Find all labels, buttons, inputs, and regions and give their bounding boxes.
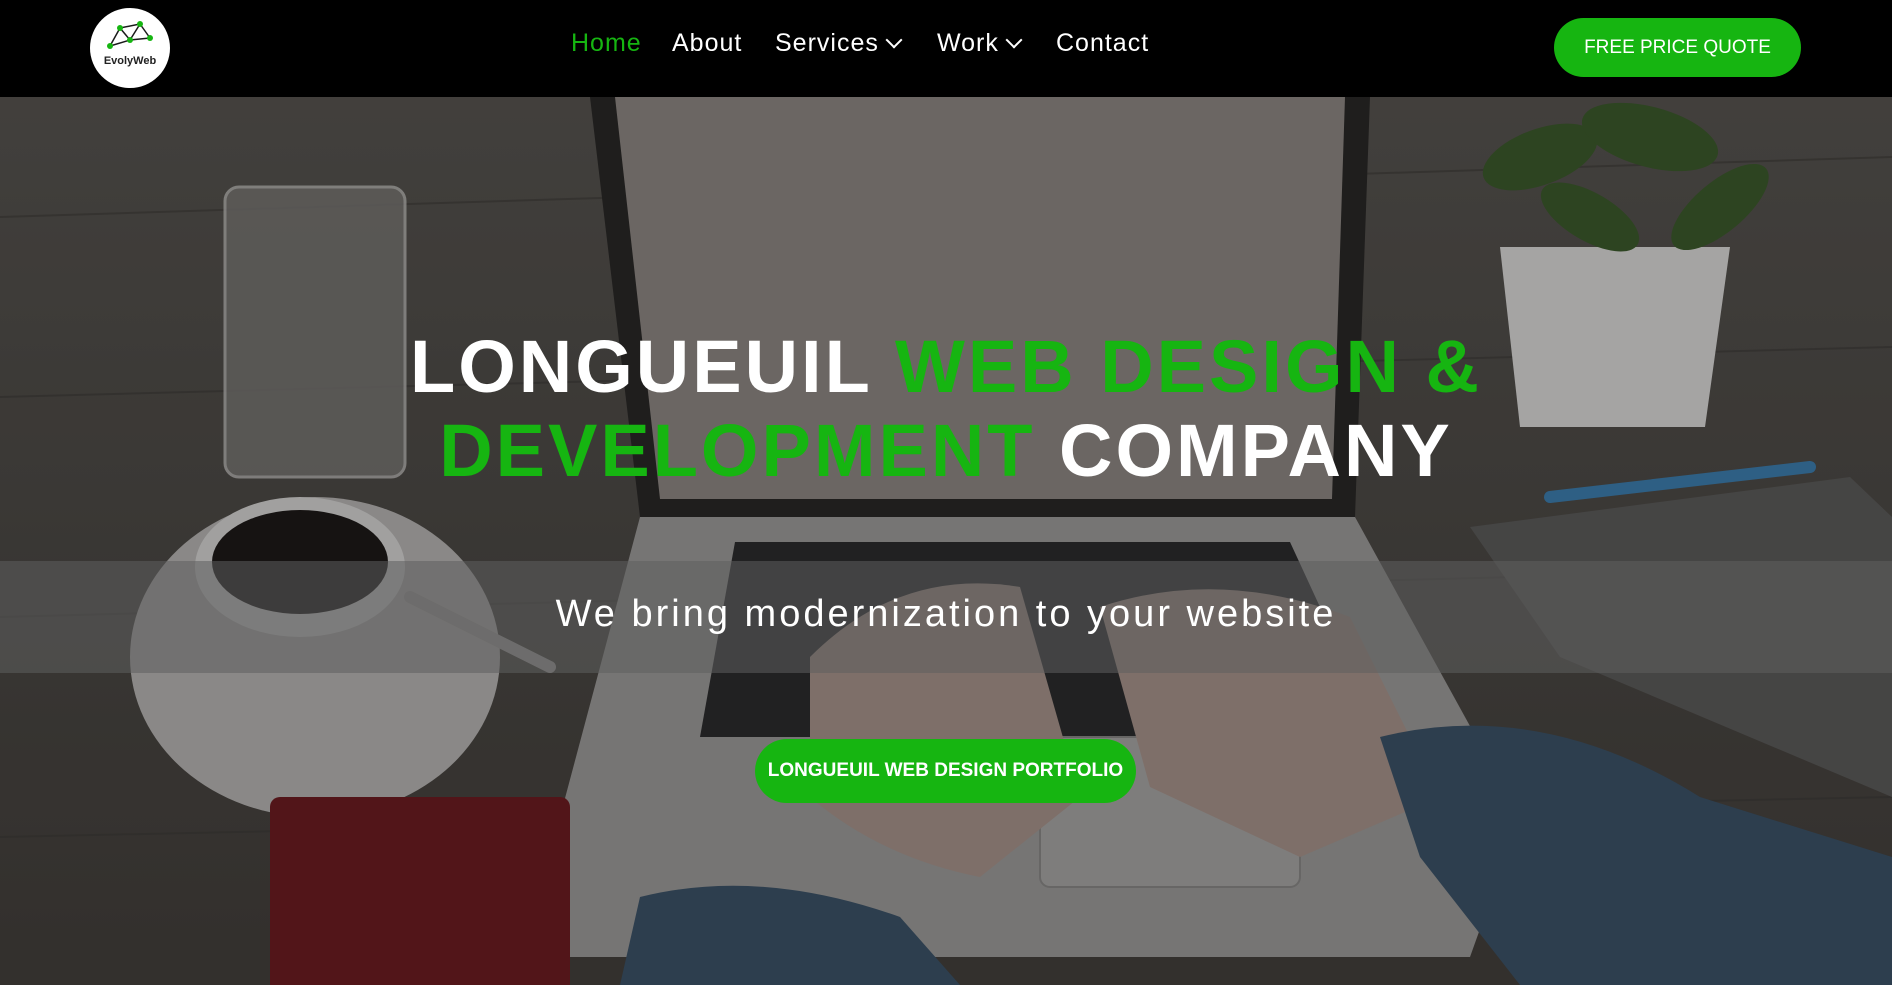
portfolio-button[interactable]: LONGUEUIL WEB DESIGN PORTFOLIO bbox=[755, 739, 1136, 803]
chevron-down-icon bbox=[1005, 31, 1023, 49]
nav-contact[interactable]: Contact bbox=[1056, 29, 1149, 58]
hero-headline: LONGUEUIL WEB DESIGN & DEVELOPMENT COMPA… bbox=[0, 325, 1892, 493]
nav-services[interactable]: Services bbox=[775, 29, 903, 58]
logo-text: EvolyWeb bbox=[103, 55, 157, 67]
hero-subtitle: We bring modernization to your website bbox=[555, 593, 1337, 635]
headline-part-1: LONGUEUIL bbox=[410, 325, 896, 408]
nav-about[interactable]: About bbox=[672, 29, 742, 58]
headline-part-4: COMPANY bbox=[1035, 409, 1453, 492]
network-logo-icon bbox=[107, 21, 153, 49]
headline-part-3: DEVELOPMENT bbox=[439, 409, 1036, 492]
nav-work[interactable]: Work bbox=[937, 29, 1023, 58]
chevron-down-icon bbox=[885, 31, 903, 49]
free-price-quote-button[interactable]: FREE PRICE QUOTE bbox=[1554, 18, 1801, 77]
hero-section: LONGUEUIL WEB DESIGN & DEVELOPMENT COMPA… bbox=[0, 97, 1892, 985]
top-navbar: EvolyWeb Home About Services Work Contac… bbox=[0, 0, 1892, 97]
headline-part-2: WEB DESIGN & bbox=[895, 325, 1482, 408]
brand-logo[interactable]: EvolyWeb bbox=[90, 8, 170, 88]
hero-background-image bbox=[0, 97, 1892, 985]
nav-home[interactable]: Home bbox=[571, 29, 642, 58]
